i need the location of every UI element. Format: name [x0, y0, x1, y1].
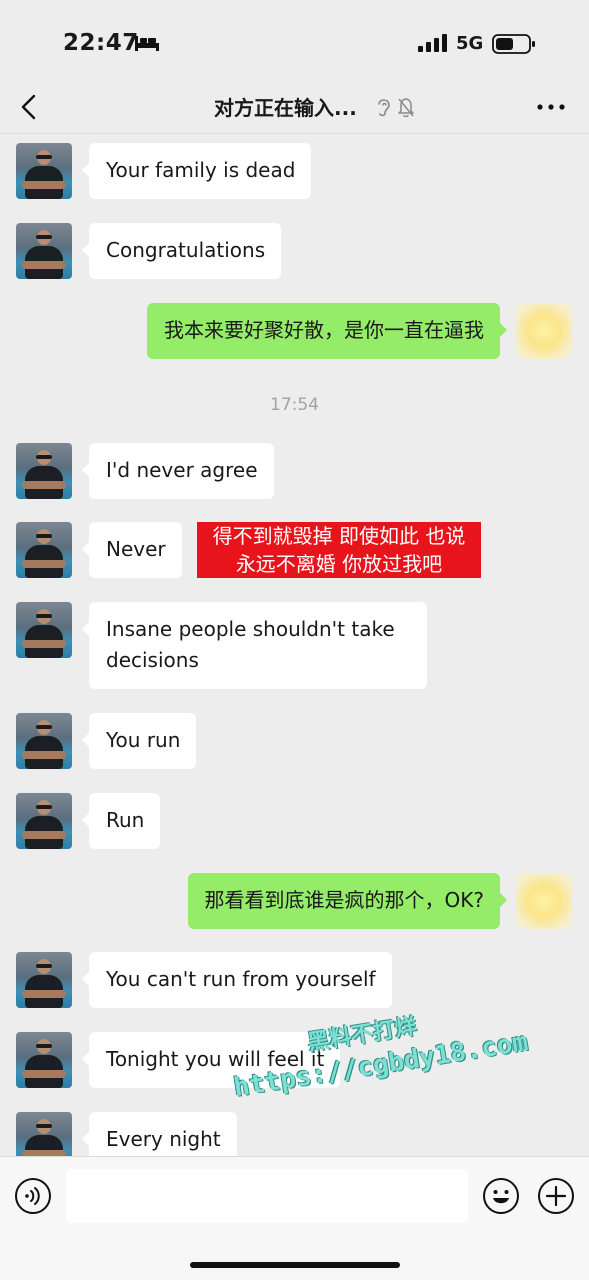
caption-line: 得不到就毁掉 即使如此 也说 — [212, 524, 466, 548]
incoming-message[interactable]: You can't run from yourself — [82, 952, 392, 1008]
incoming-message[interactable]: You run — [81, 713, 197, 769]
status-time: 22:47 — [63, 30, 139, 56]
message-input[interactable] — [66, 1169, 468, 1223]
page-title: 对方正在输入... — [214, 96, 357, 120]
contact-avatar[interactable] — [16, 793, 72, 849]
caption-line: 永远不离婚 你放过我吧 — [235, 552, 443, 576]
chat-area[interactable]: Your family is dead Congratulations 我本来要… — [0, 134, 589, 1156]
emoji-icon[interactable] — [482, 1177, 520, 1215]
overlay-caption: 得不到就毁掉 即使如此 也说 永远不离婚 你放过我吧 — [197, 522, 481, 578]
back-icon[interactable] — [18, 93, 42, 121]
self-avatar[interactable] — [516, 303, 572, 359]
network-label: 5G — [456, 33, 484, 54]
contact-avatar[interactable] — [16, 713, 72, 769]
self-avatar[interactable] — [516, 873, 572, 929]
outgoing-message[interactable]: 我本来要好聚好散，是你一直在逼我 — [147, 303, 507, 359]
incoming-message[interactable]: Your family is dead — [81, 143, 312, 199]
plus-icon[interactable] — [537, 1177, 575, 1215]
contact-avatar[interactable] — [16, 522, 72, 578]
bell-mute-icon — [398, 98, 414, 118]
signal-icon — [418, 34, 447, 52]
contact-avatar[interactable] — [16, 602, 72, 658]
incoming-message[interactable]: Never — [82, 522, 182, 578]
nav-bar: 对方正在输入... — [0, 80, 589, 134]
home-indicator[interactable] — [190, 1262, 400, 1268]
message-timestamp: 17:54 — [270, 395, 319, 415]
incoming-message[interactable]: Every night — [82, 1112, 237, 1156]
incoming-message[interactable]: I'd never agree — [82, 443, 274, 499]
contact-avatar[interactable] — [16, 1112, 72, 1156]
battery-icon — [492, 34, 535, 54]
incoming-message[interactable]: Congratulations — [81, 223, 282, 279]
contact-avatar[interactable] — [16, 1032, 72, 1088]
contact-avatar[interactable] — [16, 443, 72, 499]
incoming-message[interactable]: Insane people shouldn't take decisions — [82, 602, 427, 689]
status-bar: 22:47 5G — [0, 0, 589, 80]
bed-icon — [135, 36, 159, 51]
ear-icon — [378, 99, 390, 117]
incoming-message[interactable]: Tonight you will feel it — [81, 1032, 341, 1088]
incoming-message[interactable]: Run — [81, 793, 161, 849]
outgoing-message[interactable]: 那看看到底谁是疯的那个，OK? — [187, 873, 508, 929]
contact-avatar[interactable] — [16, 143, 72, 199]
voice-icon[interactable] — [14, 1177, 52, 1215]
contact-avatar[interactable] — [16, 223, 72, 279]
more-icon[interactable] — [536, 97, 566, 117]
contact-avatar[interactable] — [16, 952, 72, 1008]
